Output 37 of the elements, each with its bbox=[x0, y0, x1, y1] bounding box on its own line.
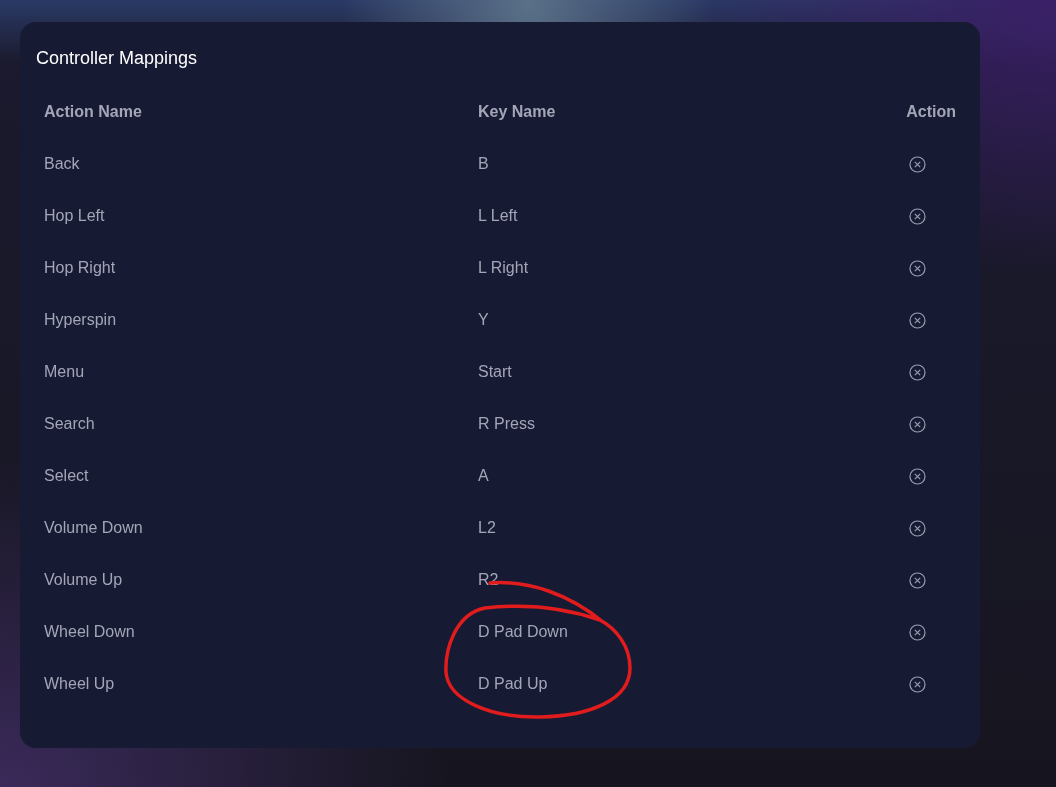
column-header: Action Name bbox=[44, 102, 143, 122]
remove-icon[interactable] bbox=[909, 675, 926, 693]
key-name-cell-text: B bbox=[478, 154, 490, 174]
remove-icon[interactable] bbox=[909, 363, 926, 381]
action-name-cell-text: Hop Left bbox=[44, 206, 106, 226]
remove-icon[interactable] bbox=[909, 207, 926, 225]
key-name-cell-text: L Left bbox=[478, 206, 519, 226]
action-name-cell-text: Wheel Up bbox=[44, 674, 116, 694]
action-name-cell-text: Volume Down bbox=[44, 518, 144, 538]
column-header: Action bbox=[906, 102, 956, 122]
action-name-cell-text: Search bbox=[44, 414, 96, 434]
remove-icon[interactable] bbox=[909, 571, 926, 589]
remove-icon[interactable] bbox=[909, 311, 926, 329]
key-name-cell-text: L Right bbox=[478, 258, 530, 278]
remove-icon[interactable] bbox=[909, 259, 926, 277]
action-name-cell-text: Volume Up bbox=[44, 570, 124, 590]
key-name-cell-text: D Pad Down bbox=[478, 622, 569, 642]
key-name-cell-text: Start bbox=[478, 362, 513, 382]
key-name-cell-text: Y bbox=[478, 310, 490, 330]
remove-icon[interactable] bbox=[909, 415, 926, 433]
remove-icon[interactable] bbox=[909, 155, 926, 173]
card-title: Controller Mappings bbox=[36, 47, 199, 70]
action-name-cell-text: Hyperspin bbox=[44, 310, 118, 330]
remove-icon[interactable] bbox=[909, 623, 926, 641]
key-name-cell-text: A bbox=[478, 466, 490, 486]
remove-icon[interactable] bbox=[909, 519, 926, 537]
action-name-cell-text: Wheel Down bbox=[44, 622, 136, 642]
remove-icon[interactable] bbox=[909, 467, 926, 485]
action-name-cell-text: Select bbox=[44, 466, 90, 486]
key-name-cell-text: R Press bbox=[478, 414, 536, 434]
key-name-cell-text: D Pad Up bbox=[478, 674, 549, 694]
key-name-cell-text: R2 bbox=[478, 570, 500, 590]
key-name-cell-text: L2 bbox=[478, 518, 497, 538]
action-name-cell-text: Hop Right bbox=[44, 258, 117, 278]
column-header: Key Name bbox=[478, 102, 557, 122]
action-name-cell-text: Menu bbox=[44, 362, 86, 382]
action-name-cell-text: Back bbox=[44, 154, 81, 174]
